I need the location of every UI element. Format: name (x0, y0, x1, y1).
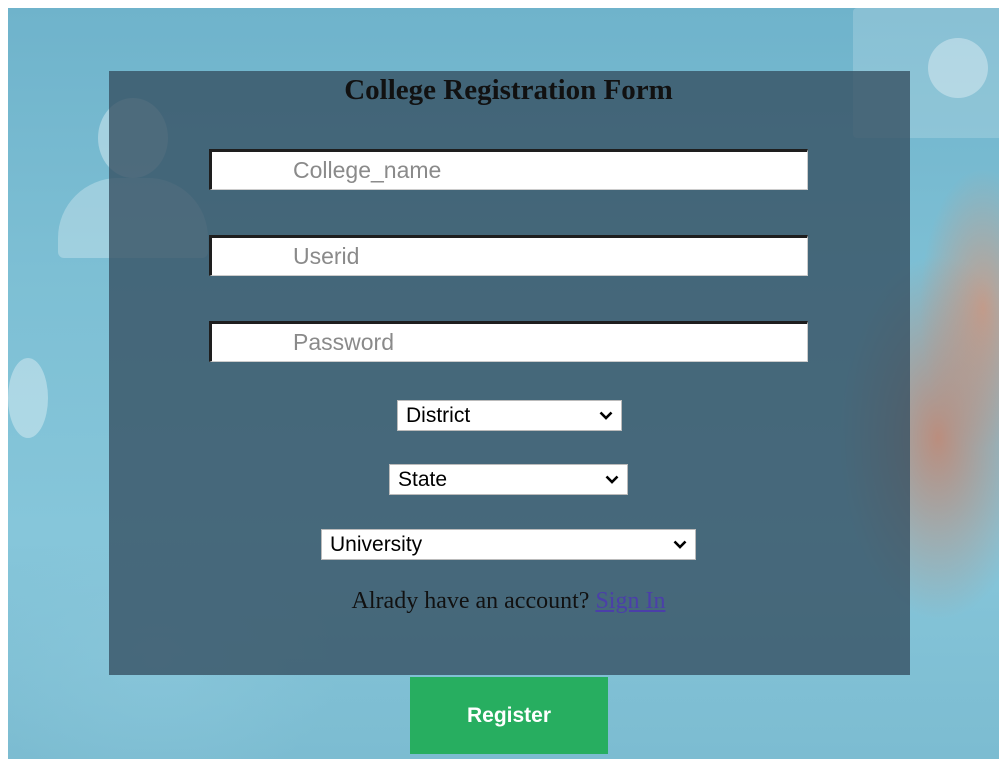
form-title: College Registration Form (344, 74, 673, 106)
district-select-value: District (406, 403, 471, 427)
chevron-down-icon (665, 540, 695, 549)
chevron-down-icon (597, 475, 627, 484)
chevron-down-icon (591, 411, 621, 420)
userid-input[interactable] (209, 235, 808, 276)
state-select[interactable]: State (389, 464, 628, 495)
signin-prompt: Alrady have an account? Sign In (0, 588, 999, 615)
password-input[interactable] (209, 321, 808, 362)
university-select-value: University (330, 532, 423, 556)
signin-prompt-text: Alrady have an account? (351, 588, 596, 614)
state-select-value: State (398, 467, 448, 491)
district-select[interactable]: District (397, 400, 622, 431)
silhouette-decoration (8, 358, 48, 438)
register-button[interactable]: Register (410, 677, 608, 754)
college-name-input[interactable] (209, 149, 808, 190)
signin-link[interactable]: Sign In (595, 588, 665, 614)
university-select[interactable]: University (321, 529, 696, 560)
